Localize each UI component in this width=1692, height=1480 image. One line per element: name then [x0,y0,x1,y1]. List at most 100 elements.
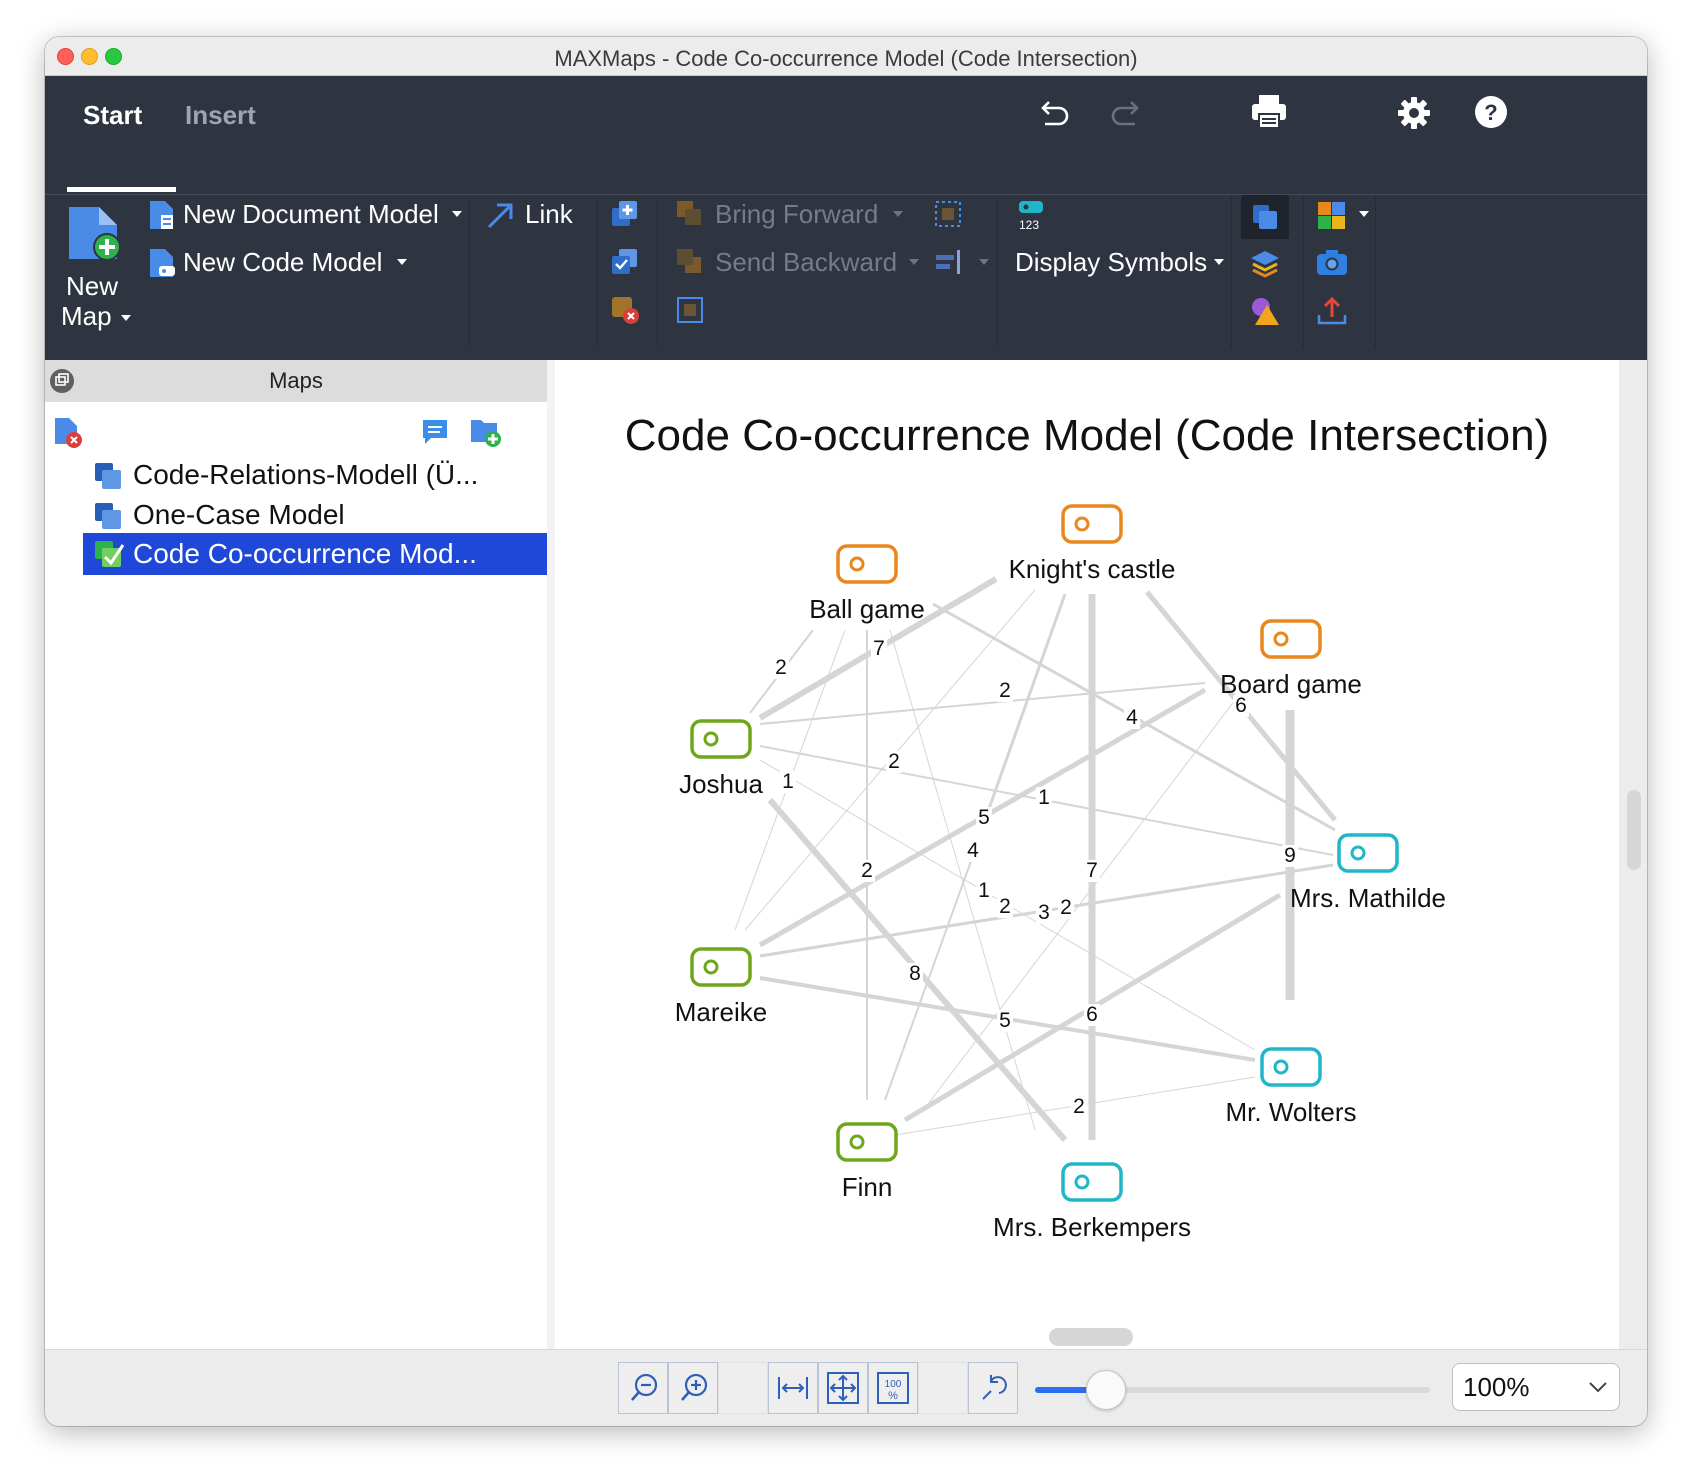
zoom-level-value: 100% [1463,1372,1530,1402]
link-arrow-icon[interactable] [485,201,515,231]
send-backward-dropdown-icon[interactable] [909,259,919,265]
vertical-scrollbar[interactable] [1627,790,1641,870]
node-mareike[interactable]: Mareike [675,947,767,1027]
settings-gear-icon[interactable] [1397,96,1431,130]
map-item[interactable]: One-Case Model [83,494,547,536]
new-map-label-2[interactable]: Map [61,301,112,332]
new-document-model-dropdown-icon[interactable] [452,211,462,217]
maps-panel-title: Maps [269,368,323,393]
display-symbols-icon[interactable]: 123 [1015,199,1049,231]
fit-width-button[interactable] [768,1362,818,1414]
edge-weight-label: 2 [1073,1095,1085,1118]
edge-weight-label: 5 [978,806,990,829]
edge-weight-label: 1 [782,770,794,793]
zoom-toolbar: 100 % 100% [45,1349,1647,1426]
fit-all-button[interactable] [818,1362,868,1414]
group-elements-icon[interactable] [675,295,705,325]
edge-weight-label: 2 [888,750,900,773]
comment-icon[interactable] [419,416,451,448]
layers-icon[interactable] [1249,249,1281,279]
edge-weight-label: 4 [1126,706,1138,729]
zoom-out-button[interactable] [618,1362,668,1414]
zoom-100-percent-icon: 100 % [877,1372,909,1404]
node-board[interactable]: Board game [1220,619,1362,699]
new-code-model-icon[interactable] [147,247,177,279]
bring-forward-icon [677,201,701,225]
edge-weight-label: 1 [1038,786,1050,809]
new-document-model-icon[interactable] [147,199,177,231]
edge-weight-label: 2 [775,656,787,679]
shapes-icon[interactable] [1249,295,1281,327]
spacer-button [718,1362,768,1414]
redo-icon[interactable] [1107,98,1147,134]
edge-weight-label: 7 [1086,859,1098,882]
undo-icon[interactable] [1033,98,1073,134]
delete-element-icon[interactable] [610,295,640,325]
new-map-icon[interactable] [65,203,125,265]
zoom-level-select[interactable]: 100% [1452,1363,1620,1411]
zoom-slider-thumb[interactable] [1086,1370,1127,1410]
node-joshua[interactable]: Joshua [679,719,763,799]
delete-map-icon[interactable] [53,416,85,450]
bring-forward-dropdown-icon[interactable] [893,211,903,217]
maps-panel-header: Maps [45,360,547,402]
new-map-dropdown-icon[interactable] [121,315,131,321]
send-backward-button[interactable]: Send Backward [715,247,897,278]
panel-splitter[interactable] [547,360,555,1387]
new-folder-icon[interactable] [469,414,503,448]
help-icon[interactable]: ? [1473,94,1509,130]
new-document-model-button[interactable]: New Document Model [183,199,439,230]
node-knights[interactable]: Knight's castle [1009,504,1176,584]
new-code-model-button[interactable]: New Code Model [183,247,382,278]
plugin-dropdown-icon[interactable] [1359,211,1369,217]
node-finn[interactable]: Finn [836,1122,898,1202]
node-ball[interactable]: Ball game [809,544,925,624]
zoom-100-button[interactable]: 100 % [868,1362,918,1414]
print-icon[interactable] [1249,92,1289,132]
tab-start[interactable]: Start [83,100,142,131]
select-elements-icon[interactable] [610,247,640,277]
edge-finn-mid[interactable] [884,849,976,1101]
zoom-in-button[interactable] [668,1362,718,1414]
node-label: Ball game [809,594,925,624]
duplicate-element-icon[interactable] [610,199,640,229]
map-canvas[interactable]: Code Co-occurrence Model (Code Intersect… [555,360,1619,1364]
edge-weight-label: 6 [1086,1003,1098,1026]
code-tag-icon [1260,1047,1322,1087]
map-item[interactable]: Code-Relations-Modell (Ü... [83,454,547,496]
align-dropdown-icon[interactable] [979,259,989,265]
send-backward-icon [677,249,701,273]
reset-view-button[interactable] [968,1362,1018,1414]
node-label: Mrs. Berkempers [993,1212,1191,1242]
new-map-label[interactable]: New [66,271,118,302]
edge-labels-layer: 2724621154 92 712 3 28652 [773,637,1298,1118]
node-label: Mrs. Mathilde [1290,883,1446,913]
bring-forward-button[interactable]: Bring Forward [715,199,878,230]
panel-detach-icon[interactable] [49,368,75,394]
display-symbols-dropdown-icon[interactable] [1214,259,1224,265]
node-label: Mareike [675,997,767,1027]
display-symbols-button[interactable]: Display Symbols [1015,247,1207,278]
plugin-puzzle-icon[interactable] [1315,199,1349,231]
new-code-model-dropdown-icon[interactable] [397,259,407,265]
map-item-label: Code-Relations-Modell (Ü... [133,459,479,490]
edge-knights-finn-mid[interactable] [983,593,1067,821]
edge-weight-label: 2 [999,895,1011,918]
svg-text:100: 100 [885,1379,902,1390]
node-berkempers[interactable]: Mrs. Berkempers [993,1162,1191,1242]
screenshot-camera-icon[interactable] [1315,247,1349,277]
node-mathilde[interactable]: Mrs. Mathilde [1290,833,1446,913]
co-occurrence-map[interactable]: Code Co-occurrence Model (Code Intersect… [555,360,1619,1364]
link-button[interactable]: Link [525,199,573,230]
symbols-badge: 123 [1019,218,1039,231]
copy-style-icon[interactable] [1249,201,1281,233]
export-upload-icon[interactable] [1315,295,1349,327]
edge-weight-label: 8 [909,962,921,985]
map-item-selected[interactable]: Code Co-occurrence Mod... [83,533,547,575]
code-tag-icon [690,947,752,987]
tab-insert[interactable]: Insert [185,100,256,131]
node-wolters[interactable]: Mr. Wolters [1226,1047,1357,1127]
app-window: MAXMaps - Code Co-occurrence Model (Code… [45,37,1647,1426]
map-title: Code Co-occurrence Model (Code Intersect… [625,411,1549,460]
horizontal-scrollbar[interactable] [1049,1328,1133,1346]
